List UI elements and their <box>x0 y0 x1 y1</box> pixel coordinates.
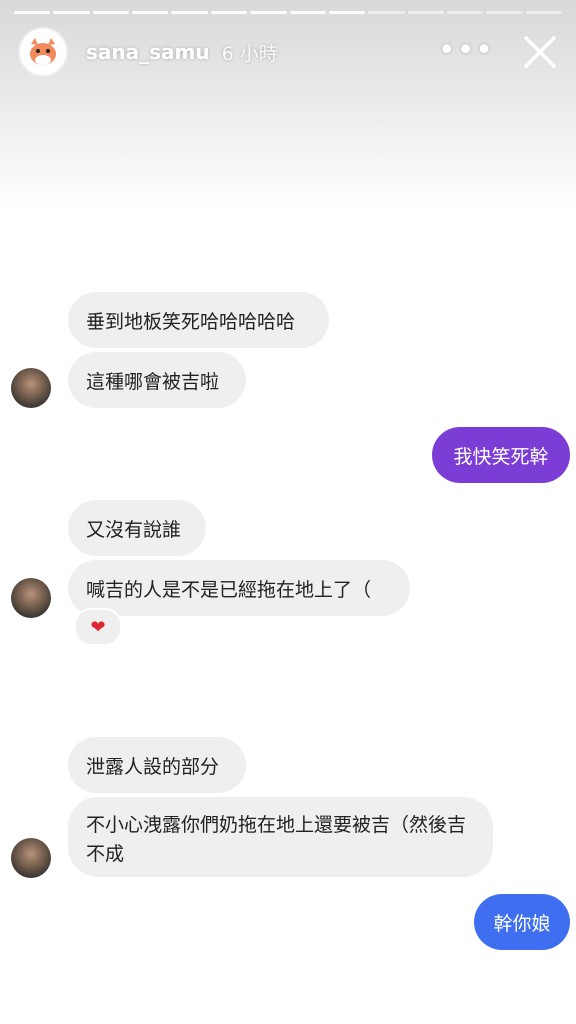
sender-avatar[interactable] <box>11 368 51 408</box>
heart-icon: ❤ <box>90 616 106 638</box>
progress-segment <box>446 11 484 14</box>
outgoing-message: 我快笑死幹 <box>432 427 570 483</box>
username[interactable]: sana_samu <box>86 40 210 64</box>
heart-reaction[interactable]: ❤ <box>74 608 122 646</box>
progress-segment <box>14 11 51 14</box>
incoming-message: 又沒有說誰 <box>68 500 206 556</box>
progress-segment <box>53 11 90 14</box>
incoming-message: 不小心洩露你們奶拖在地上還要被吉（然後吉不成 <box>68 797 493 877</box>
progress-segment <box>132 11 169 14</box>
progress-segment <box>525 11 563 14</box>
post-time: 6 小時 <box>221 42 278 65</box>
story-header: sana_samu 6 小時 ••• <box>18 26 558 78</box>
progress-segment <box>171 11 208 14</box>
profile-avatar[interactable] <box>18 27 68 77</box>
progress-segment <box>368 11 405 14</box>
progress-segment <box>210 11 248 14</box>
progress-segment <box>250 11 287 14</box>
progress-segment <box>289 11 326 14</box>
progress-segment <box>486 11 523 14</box>
progress-segment <box>407 11 444 14</box>
sender-avatar[interactable] <box>11 838 51 878</box>
outgoing-message: 幹你娘 <box>474 894 570 950</box>
incoming-message: 這種哪會被吉啦 <box>68 352 246 408</box>
more-options-button[interactable]: ••• <box>438 36 494 66</box>
incoming-message: 喊吉的人是不是已經拖在地上了（ <box>68 560 410 616</box>
progress-segment <box>92 11 130 14</box>
close-icon[interactable] <box>522 34 558 70</box>
incoming-message: 泄露人設的部分 <box>68 737 246 793</box>
story-progress-bar <box>14 11 563 15</box>
progress-segment <box>328 11 366 14</box>
cartoon-avatar-icon <box>30 38 56 65</box>
incoming-message: 垂到地板笑死哈哈哈哈哈 <box>68 292 329 348</box>
sender-avatar[interactable] <box>11 578 51 618</box>
